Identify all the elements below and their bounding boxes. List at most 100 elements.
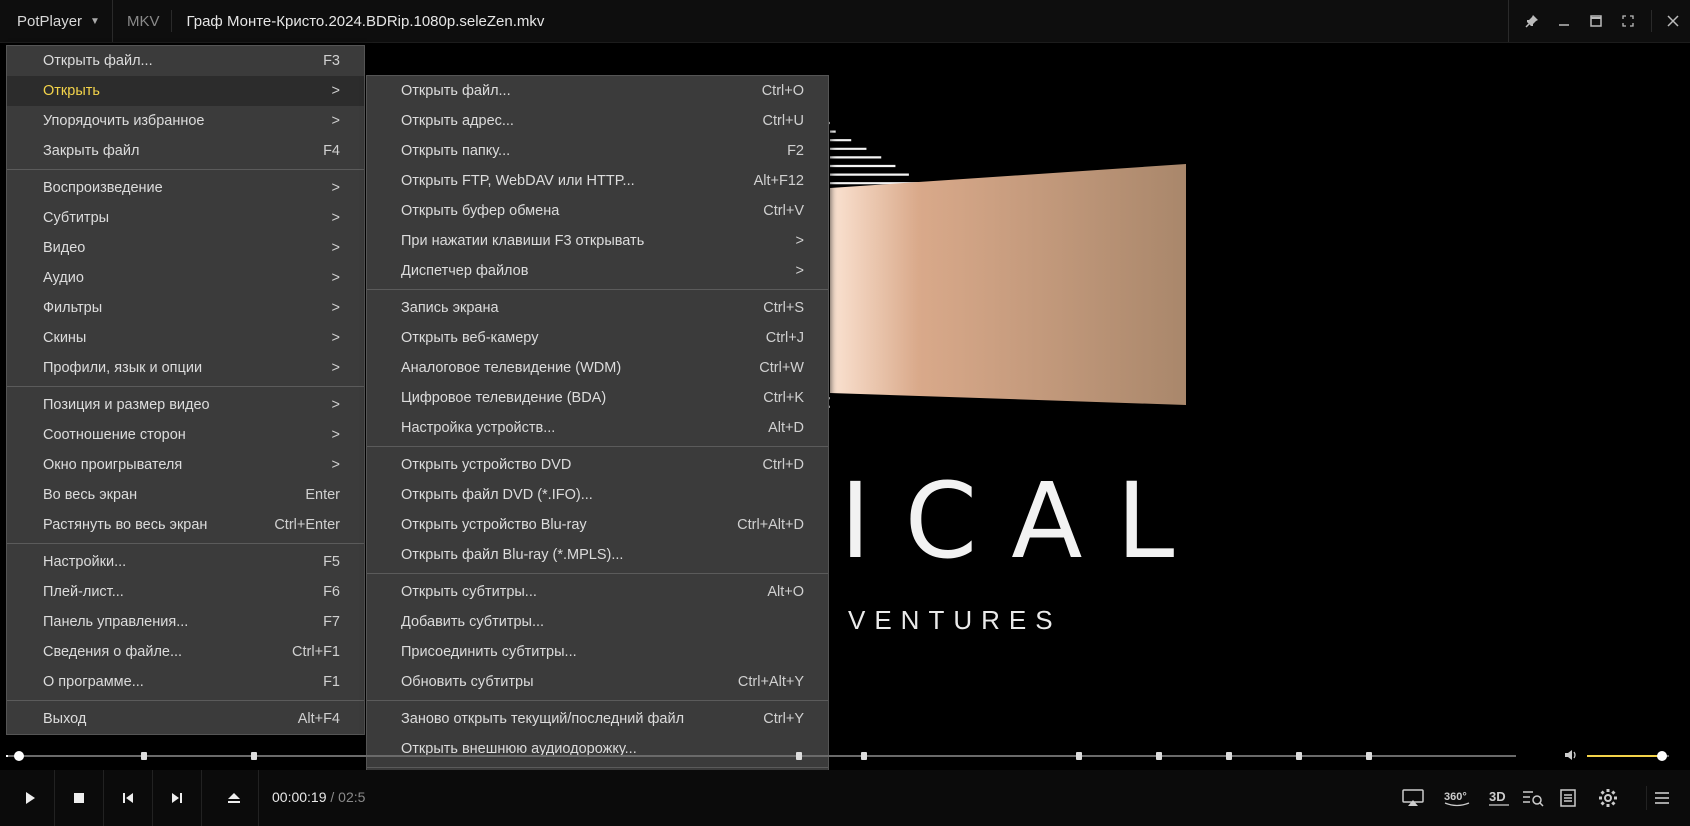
- chapter-marker[interactable]: [861, 752, 867, 760]
- menu-item-label: Открыть файл Blu-ray (*.MPLS)...: [401, 547, 624, 563]
- main-menu-item-14[interactable]: Во весь экран Enter: [7, 480, 364, 510]
- maximize-icon[interactable]: [1581, 0, 1611, 42]
- chevron-down-icon: ▼: [90, 15, 100, 27]
- open-submenu-item-3[interactable]: Открыть FTP, WebDAV или HTTP... Alt+F12: [367, 166, 828, 196]
- open-submenu-item-15[interactable]: Открыть файл Blu-ray (*.MPLS)...: [367, 540, 828, 570]
- seek-progress: [6, 755, 8, 757]
- menu-item-label: Фильтры: [43, 300, 103, 316]
- menu-item-label: Упорядочить избранное: [43, 113, 205, 129]
- main-menu-item-4[interactable]: Воспроизведение >: [7, 173, 364, 203]
- menu-item-label: Панель управления...: [43, 614, 189, 630]
- main-menu-item-16[interactable]: Настройки... F5: [7, 547, 364, 577]
- open-submenu-item-10[interactable]: Цифровое телевидение (BDA) Ctrl+K: [367, 383, 828, 413]
- app-menu-button[interactable]: PotPlayer ▼: [0, 0, 113, 42]
- open-submenu-item-18[interactable]: Присоединить субтитры...: [367, 637, 828, 667]
- main-menu-item-20[interactable]: О программе... F1: [7, 667, 364, 697]
- volume-control[interactable]: [1563, 749, 1673, 763]
- open-submenu-item-7[interactable]: Запись экрана Ctrl+S: [367, 293, 828, 323]
- chapter-marker[interactable]: [141, 752, 147, 760]
- search-button[interactable]: [1516, 786, 1550, 810]
- open-submenu-item-8[interactable]: Открыть веб-камеру Ctrl+J: [367, 323, 828, 353]
- title-bar: PotPlayer ▼ MKV Граф Монте-Кристо.2024.B…: [0, 0, 1690, 43]
- open-submenu-item-1[interactable]: Открыть адрес... Ctrl+U: [367, 106, 828, 136]
- duration: 02:5: [338, 789, 366, 805]
- menu-item-label: Воспроизведение: [43, 180, 163, 196]
- open-submenu-item-14[interactable]: Открыть устройство Blu-ray Ctrl+Alt+D: [367, 510, 828, 540]
- 3d-button[interactable]: 3D: [1482, 786, 1516, 810]
- main-menu-item-15[interactable]: Растянуть во весь экран Ctrl+Enter: [7, 510, 364, 540]
- eject-button[interactable]: [210, 770, 259, 826]
- pin-icon[interactable]: [1517, 0, 1547, 42]
- volume-level: [1587, 755, 1661, 757]
- menu-item-label: Заново открыть текущий/последний файл: [401, 711, 685, 727]
- menu-item-shortcut: Alt+D: [768, 420, 804, 436]
- main-menu-item-18[interactable]: Панель управления... F7: [7, 607, 364, 637]
- open-submenu-item-20[interactable]: Заново открыть текущий/последний файл Ctr…: [367, 704, 828, 734]
- menu-item-shortcut: Ctrl+S: [763, 300, 804, 316]
- main-menu-item-8[interactable]: Фильтры >: [7, 293, 364, 323]
- open-submenu-item-0[interactable]: Открыть файл... Ctrl+O: [367, 76, 828, 106]
- main-menu-item-0[interactable]: Открыть файл... F3: [7, 46, 364, 76]
- volume-handle[interactable]: [1656, 751, 1667, 761]
- main-menu-item-5[interactable]: Субтитры >: [7, 203, 364, 233]
- menu-item-label: Открыть: [43, 83, 100, 99]
- main-menu-item-13[interactable]: Окно проигрывателя >: [7, 450, 364, 480]
- main-menu-item-11[interactable]: Позиция и размер видео >: [7, 390, 364, 420]
- open-submenu-item-12[interactable]: Открыть устройство DVD Ctrl+D: [367, 450, 828, 480]
- menu-separator: [7, 386, 364, 387]
- main-menu-item-6[interactable]: Видео >: [7, 233, 364, 263]
- play-button[interactable]: [6, 770, 55, 826]
- menu-item-shortcut: Ctrl+D: [762, 457, 805, 473]
- main-menu-item-10[interactable]: Профили, язык и опции >: [7, 353, 364, 383]
- chapter-marker[interactable]: [1226, 752, 1232, 760]
- open-submenu-item-5[interactable]: При нажатии клавиши F3 открывать >: [367, 226, 828, 256]
- menu-item-label: Видео: [43, 240, 86, 256]
- fullscreen-icon[interactable]: [1613, 0, 1643, 42]
- menu-button[interactable]: [1646, 786, 1677, 810]
- chapter-marker[interactable]: [251, 752, 257, 760]
- seek-handle[interactable]: [13, 751, 24, 761]
- open-submenu-item-9[interactable]: Аналоговое телевидение (WDM) Ctrl+W: [367, 353, 828, 383]
- main-menu-item-17[interactable]: Плей-лист... F6: [7, 577, 364, 607]
- menu-item-label: Аудио: [43, 270, 84, 286]
- playlist-button[interactable]: [1556, 786, 1580, 810]
- menu-item-label: Профили, язык и опции: [43, 360, 203, 376]
- submenu-arrow-icon: >: [331, 83, 340, 99]
- next-button[interactable]: [153, 770, 202, 826]
- format-label: MKV: [113, 10, 173, 32]
- main-menu-item-2[interactable]: Упорядочить избранное >: [7, 106, 364, 136]
- close-icon[interactable]: [1658, 0, 1688, 42]
- main-menu-item-21[interactable]: Выход Alt+F4: [7, 704, 364, 734]
- speaker-icon[interactable]: [1563, 747, 1579, 766]
- minimize-icon[interactable]: [1549, 0, 1579, 42]
- menu-item-shortcut: Ctrl+U: [762, 113, 805, 129]
- seek-bar[interactable]: [6, 749, 1516, 763]
- vr360-button[interactable]: 360°: [1438, 786, 1476, 810]
- open-submenu-item-4[interactable]: Открыть буфер обмена Ctrl+V: [367, 196, 828, 226]
- open-submenu-item-6[interactable]: Диспетчер файлов >: [367, 256, 828, 286]
- chapter-marker[interactable]: [1296, 752, 1302, 760]
- open-submenu-item-2[interactable]: Открыть папку... F2: [367, 136, 828, 166]
- stop-button[interactable]: [55, 770, 104, 826]
- main-menu-item-9[interactable]: Скины >: [7, 323, 364, 353]
- open-submenu-item-17[interactable]: Добавить субтитры...: [367, 607, 828, 637]
- cast-button[interactable]: [1396, 786, 1430, 810]
- menu-item-shortcut: Ctrl+Alt+Y: [737, 674, 804, 690]
- open-submenu-item-11[interactable]: Настройка устройств... Alt+D: [367, 413, 828, 443]
- open-submenu-item-16[interactable]: Открыть субтитры... Alt+O: [367, 577, 828, 607]
- chapter-marker[interactable]: [1366, 752, 1372, 760]
- settings-button[interactable]: [1594, 786, 1622, 810]
- chapter-marker[interactable]: [1156, 752, 1162, 760]
- chapter-marker[interactable]: [1076, 752, 1082, 760]
- main-menu-item-7[interactable]: Аудио >: [7, 263, 364, 293]
- main-menu-item-1[interactable]: Открыть >: [7, 76, 364, 106]
- main-menu-item-19[interactable]: Сведения о файле... Ctrl+F1: [7, 637, 364, 667]
- open-submenu-item-13[interactable]: Открыть файл DVD (*.IFO)...: [367, 480, 828, 510]
- main-menu-item-12[interactable]: Соотношение сторон >: [7, 420, 364, 450]
- previous-button[interactable]: [104, 770, 153, 826]
- main-menu-item-3[interactable]: Закрыть файл F4: [7, 136, 364, 166]
- chapter-marker[interactable]: [796, 752, 802, 760]
- open-submenu-item-19[interactable]: Обновить субтитры Ctrl+Alt+Y: [367, 667, 828, 697]
- menu-separator: [367, 700, 828, 701]
- search-icon: [1523, 791, 1544, 807]
